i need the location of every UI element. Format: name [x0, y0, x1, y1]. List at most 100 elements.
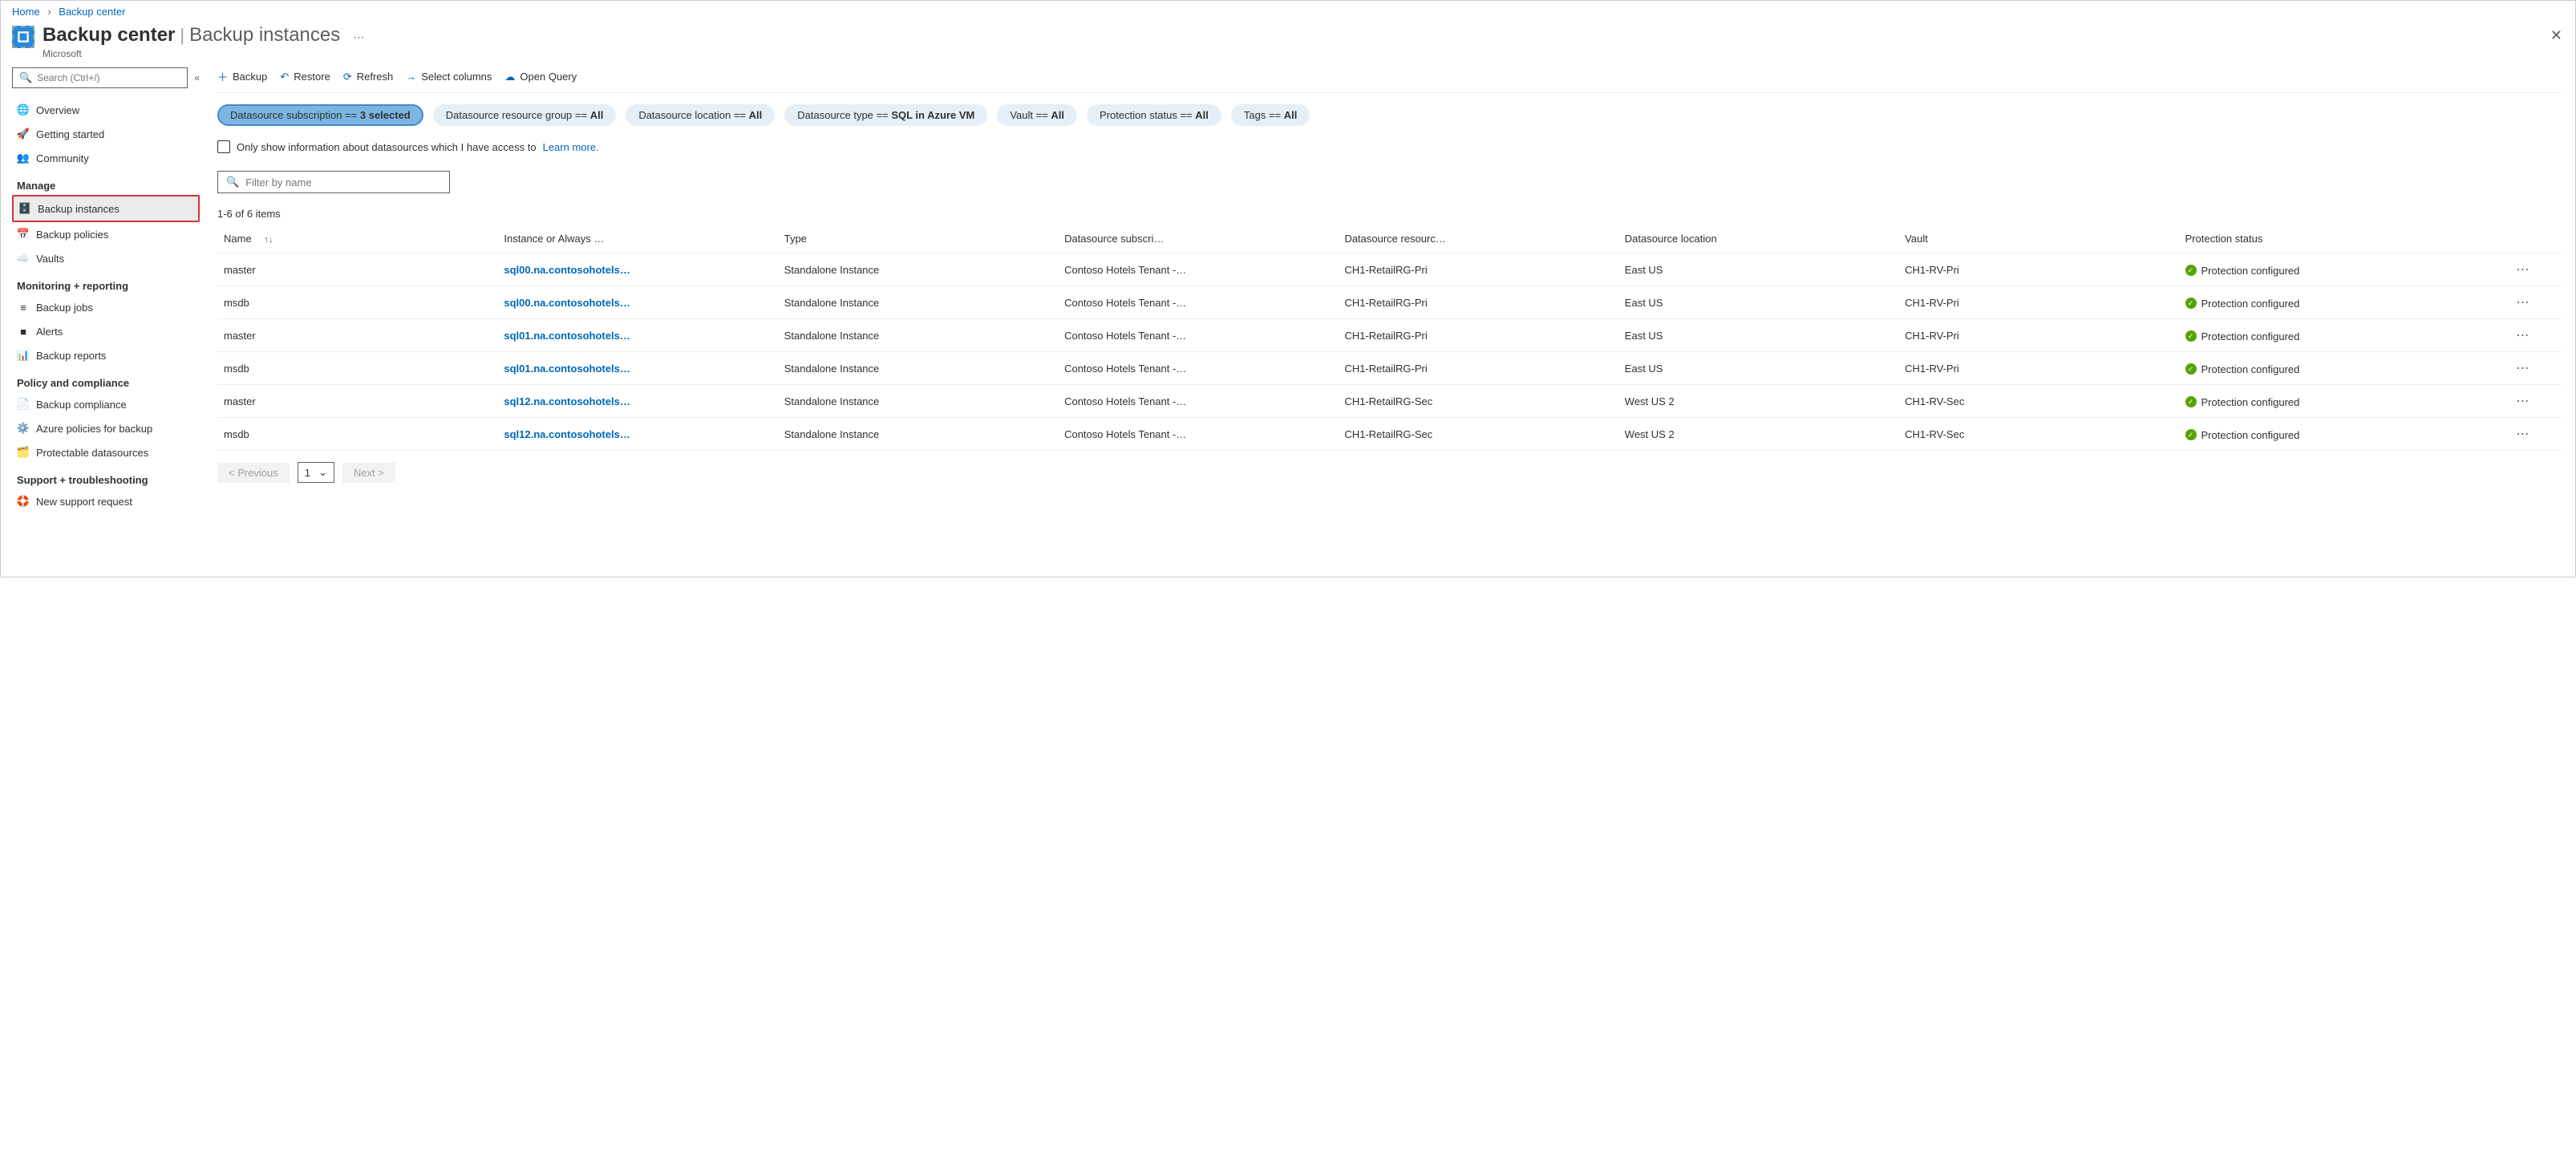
cell-status: ✓Protection configured [2179, 286, 2510, 319]
cell-resource-group: CH1-RetailRG-Sec [1338, 418, 1618, 451]
row-more-icon[interactable]: ⋯ [2509, 253, 2561, 286]
sidebar-item-new-support-request[interactable]: 🛟New support request [12, 489, 200, 513]
table-row[interactable]: msdbsql01.na.contosohotels…Standalone In… [217, 352, 2561, 385]
command-bar: ＋ Backup ↶ Restore ⟳ Refresh → Select co… [217, 67, 2561, 93]
header-more-icon[interactable]: ⋯ [353, 30, 364, 44]
filter-pill[interactable]: Datasource location == All [626, 104, 775, 126]
sidebar-search-input[interactable] [37, 72, 180, 83]
close-icon[interactable]: ✕ [2550, 27, 2562, 44]
sidebar-item-overview[interactable]: 🌐Overview [12, 98, 200, 122]
sidebar-item-label: Community [36, 152, 89, 164]
sidebar-item-getting-started[interactable]: 🚀Getting started [12, 122, 200, 146]
cell-location: East US [1618, 286, 1898, 319]
filter-pill[interactable]: Datasource type == SQL in Azure VM [784, 104, 987, 126]
sidebar-item-backup-instances[interactable]: 🗄️Backup instances [12, 195, 200, 222]
col-location[interactable]: Datasource location [1618, 225, 1898, 253]
cell-subscription: Contoso Hotels Tenant -… [1058, 286, 1338, 319]
cell-instance-link[interactable]: sql12.na.contosohotels… [497, 385, 777, 418]
cell-type: Standalone Instance [778, 418, 1058, 451]
sidebar-item-protectable-datasources[interactable]: 🗂️Protectable datasources [12, 440, 200, 464]
collapse-sidebar-icon[interactable]: « [194, 72, 200, 83]
sidebar-item-community[interactable]: 👥Community [12, 146, 200, 170]
next-button[interactable]: Next > [342, 463, 395, 483]
sidebar-search[interactable]: 🔍 [12, 67, 188, 88]
name-filter-input[interactable] [245, 176, 441, 188]
col-vault[interactable]: Vault [1898, 225, 2178, 253]
sidebar-item-azure-policies-for-backup[interactable]: ⚙️Azure policies for backup [12, 416, 200, 440]
sidebar-item-backup-reports[interactable]: 📊Backup reports [12, 343, 200, 367]
filter-pill[interactable]: Vault == All [997, 104, 1077, 126]
alert-icon: ■ [17, 325, 30, 338]
table-row[interactable]: mastersql01.na.contosohotels…Standalone … [217, 319, 2561, 352]
refresh-button[interactable]: ⟳ Refresh [343, 71, 393, 83]
sidebar-item-alerts[interactable]: ■Alerts [12, 319, 200, 343]
filter-pill[interactable]: Datasource resource group == All [433, 104, 617, 126]
cell-instance-link[interactable]: sql12.na.contosohotels… [497, 418, 777, 451]
sidebar-item-vaults[interactable]: ☁️Vaults [12, 246, 200, 270]
sidebar-item-backup-policies[interactable]: 📅Backup policies [12, 222, 200, 246]
table-row[interactable]: mastersql12.na.contosohotels…Standalone … [217, 385, 2561, 418]
check-circle-icon: ✓ [2185, 396, 2197, 407]
onlyshow-checkbox[interactable] [217, 140, 230, 153]
filter-pill[interactable]: Protection status == All [1087, 104, 1221, 126]
learn-more-link[interactable]: Learn more. [543, 141, 599, 153]
row-more-icon[interactable]: ⋯ [2509, 286, 2561, 319]
breadcrumb-current[interactable]: Backup center [59, 6, 125, 18]
backup-button[interactable]: ＋ Backup [217, 69, 267, 84]
cell-type: Standalone Instance [778, 352, 1058, 385]
status-text: Protection configured [2201, 429, 2300, 441]
cell-subscription: Contoso Hotels Tenant -… [1058, 385, 1338, 418]
col-status[interactable]: Protection status [2179, 225, 2510, 253]
sidebar-item-backup-jobs[interactable]: ≡Backup jobs [12, 295, 200, 319]
main-panel: ＋ Backup ↶ Restore ⟳ Refresh → Select co… [205, 67, 2575, 513]
prev-button[interactable]: < Previous [217, 463, 290, 483]
sidebar-section-policy: Policy and compliance [12, 367, 200, 392]
cell-status: ✓Protection configured [2179, 253, 2510, 286]
cell-instance-link[interactable]: sql01.na.contosohotels… [497, 319, 777, 352]
col-subscription[interactable]: Datasource subscri… [1058, 225, 1338, 253]
col-name[interactable]: Name ↑↓ [217, 225, 497, 253]
row-more-icon[interactable]: ⋯ [2509, 352, 2561, 385]
cell-name: msdb [217, 352, 497, 385]
sort-icon[interactable]: ↑↓ [264, 235, 273, 245]
sidebar-item-label: Vaults [36, 253, 64, 265]
search-icon: 🔍 [19, 71, 32, 84]
table-row[interactable]: mastersql00.na.contosohotels…Standalone … [217, 253, 2561, 286]
breadcrumb-home[interactable]: Home [12, 6, 40, 18]
refresh-label: Refresh [357, 71, 394, 83]
page-select[interactable]: 1 ⌄ [298, 462, 334, 483]
sidebar-item-backup-compliance[interactable]: 📄Backup compliance [12, 392, 200, 416]
pill-value: SQL in Azure VM [891, 109, 974, 121]
support-icon: 🛟 [17, 495, 30, 508]
filter-pill[interactable]: Tags == All [1231, 104, 1310, 126]
table-row[interactable]: msdbsql00.na.contosohotels…Standalone In… [217, 286, 2561, 319]
cell-instance-link[interactable]: sql00.na.contosohotels… [497, 253, 777, 286]
cell-vault: CH1-RV-Pri [1898, 286, 2178, 319]
cell-vault: CH1-RV-Pri [1898, 352, 2178, 385]
name-filter[interactable]: 🔍 [217, 171, 450, 193]
cell-vault: CH1-RV-Pri [1898, 253, 2178, 286]
cell-name: master [217, 385, 497, 418]
table-row[interactable]: msdbsql12.na.contosohotels…Standalone In… [217, 418, 2561, 451]
pill-value: All [1051, 109, 1064, 121]
cell-name: msdb [217, 286, 497, 319]
cell-instance-link[interactable]: sql01.na.contosohotels… [497, 352, 777, 385]
row-more-icon[interactable]: ⋯ [2509, 418, 2561, 451]
filter-pill[interactable]: Datasource subscription == 3 selected [217, 104, 423, 126]
col-instance[interactable]: Instance or Always … [497, 225, 777, 253]
select-columns-button[interactable]: → Select columns [406, 71, 492, 83]
col-resource-group[interactable]: Datasource resourc… [1338, 225, 1618, 253]
col-type[interactable]: Type [778, 225, 1058, 253]
sidebar-item-label: Backup jobs [36, 302, 93, 314]
backup-center-icon [12, 26, 34, 48]
restore-button[interactable]: ↶ Restore [280, 71, 330, 83]
cell-subscription: Contoso Hotels Tenant -… [1058, 253, 1338, 286]
cell-instance-link[interactable]: sql00.na.contosohotels… [497, 286, 777, 319]
row-more-icon[interactable]: ⋯ [2509, 319, 2561, 352]
onlyshow-row: Only show information about datasources … [217, 131, 2561, 156]
open-query-button[interactable]: ☁ Open Query [504, 71, 577, 83]
check-circle-icon: ✓ [2185, 363, 2197, 375]
row-more-icon[interactable]: ⋯ [2509, 385, 2561, 418]
cell-location: East US [1618, 319, 1898, 352]
cell-vault: CH1-RV-Sec [1898, 385, 2178, 418]
